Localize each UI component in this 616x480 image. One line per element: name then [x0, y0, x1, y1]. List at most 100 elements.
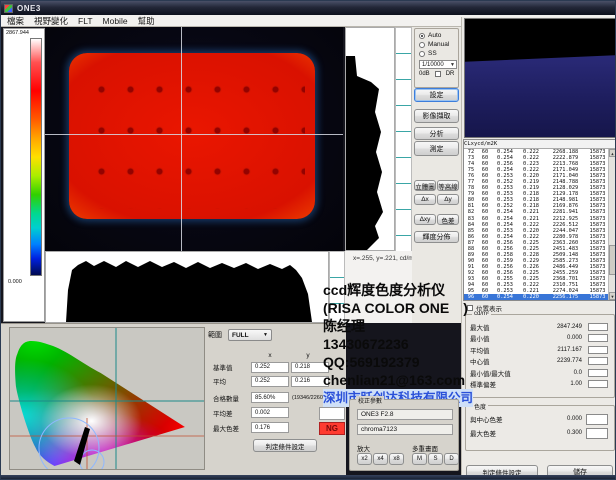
- right-panel: CLxycd/m2K 72 60 0.254 0.222 2268.188 15…: [461, 17, 616, 475]
- contour-button[interactable]: 等高線: [437, 180, 459, 191]
- stat-input[interactable]: [588, 357, 608, 365]
- window-bottom-frame: [1, 475, 616, 480]
- thermal-panel-image: [69, 53, 315, 219]
- zoom-button[interactable]: x2: [357, 453, 372, 465]
- window-title: ONE3: [17, 4, 41, 13]
- color-diff-button[interactable]: 色差: [437, 214, 459, 225]
- capture-mode-radio[interactable]: Auto: [419, 31, 458, 40]
- table-body[interactable]: 72 60 0.254 0.222 2268.188 15873 73 60 0…: [464, 149, 608, 300]
- zoom-button[interactable]: x8: [389, 453, 404, 465]
- table-column-header: cd/m2: [477, 140, 494, 148]
- stat-input[interactable]: [588, 334, 608, 342]
- chevron-down-icon: ▼: [263, 332, 268, 338]
- stat-row: 與中心色差 0.000: [470, 412, 610, 426]
- zoom-button[interactable]: x4: [373, 453, 388, 465]
- control-column: Auto Manual SS 1/10000 ▼ 0dB DR 設定 影像擷取 …: [412, 27, 461, 323]
- menu-item[interactable]: Mobile: [103, 16, 128, 26]
- vertical-profile-curve: [346, 28, 394, 250]
- capture-button[interactable]: 影像擷取: [414, 109, 459, 123]
- range-select[interactable]: FULL ▼: [228, 329, 272, 341]
- dr-checkbox[interactable]: [435, 71, 441, 77]
- calibration-group: 校正參數 ONE3 F2.8 chroma7123 放大 多重畫面 x2x4x8…: [349, 399, 459, 471]
- scroll-up-icon[interactable]: ▲: [609, 149, 616, 157]
- radio-label: SS: [428, 50, 437, 57]
- settings-button[interactable]: 設定: [414, 88, 459, 102]
- table-header: CLxycd/m2K: [464, 140, 616, 149]
- calibration-field-1[interactable]: ONE3 F2.8: [357, 409, 453, 420]
- stat-input[interactable]: [588, 323, 608, 331]
- title-bar[interactable]: ONE3: [1, 1, 616, 15]
- capture-mode-radio[interactable]: Manual: [419, 40, 458, 49]
- analyze-button[interactable]: 分析: [414, 127, 459, 140]
- pass-value-field[interactable]: 85.60%: [251, 392, 289, 403]
- avg-diff-row: 平均差 0.002: [213, 407, 289, 418]
- delta-y-button[interactable]: Δy: [437, 194, 459, 205]
- measure-button[interactable]: 測定: [414, 141, 459, 156]
- stat-input[interactable]: [586, 428, 608, 439]
- color-scale-panel: 2867.944 0.000: [3, 28, 45, 322]
- range-value: FULL: [232, 332, 249, 339]
- contact-line: 陈经理: [323, 317, 473, 335]
- table-row[interactable]: 96 60 0.254 0.220 2256.175 15873: [464, 294, 608, 300]
- chroma-group: 色度 與中心色差 0.000 最大色差 0.300: [465, 405, 615, 451]
- view3d-button[interactable]: 立體圖: [414, 180, 436, 191]
- result-input[interactable]: [319, 407, 345, 420]
- menu-item[interactable]: 視野變化: [34, 15, 68, 27]
- range-label: 範圍: [208, 330, 222, 340]
- table-column-header: K: [494, 140, 497, 148]
- contact-line: (RISA COLOR ONE ): [323, 299, 473, 317]
- color-scale-gradient: [30, 38, 42, 276]
- shutter-select[interactable]: 1/10000 ▼: [419, 60, 457, 69]
- camera-preview[interactable]: [464, 18, 616, 138]
- crosshair-horizontal[interactable]: [45, 134, 343, 135]
- max-diff-field[interactable]: 0.176: [251, 422, 289, 433]
- stat-input[interactable]: [588, 380, 608, 388]
- stat-row: 最大色差 0.300: [470, 426, 610, 440]
- luminance-map-view[interactable]: [45, 27, 343, 251]
- radio-icon: [419, 33, 425, 39]
- calibration-group-label: 校正參數: [356, 396, 384, 405]
- menu-item[interactable]: 檔案: [7, 15, 24, 27]
- capture-mode-radios: Auto Manual SS: [419, 31, 458, 58]
- measurement-table[interactable]: CLxycd/m2K 72 60 0.254 0.222 2268.188 15…: [463, 139, 616, 301]
- delta-xy-button[interactable]: Δxy: [414, 214, 436, 225]
- stat-row: 中心值 2239.774: [470, 356, 610, 368]
- multi-screen-buttons: MSD: [412, 453, 460, 465]
- multi-screen-button[interactable]: M: [412, 453, 427, 465]
- cdm2-group-label: cd/m²: [472, 311, 491, 317]
- judge-condition-button[interactable]: 判定條件設定: [253, 439, 317, 452]
- horizontal-profile-plot: [45, 251, 329, 323]
- contact-line: ccd辉度色度分析仪: [323, 281, 473, 299]
- scroll-down-icon[interactable]: ▼: [609, 292, 616, 300]
- xy-column-headers: x y: [251, 352, 331, 359]
- radio-label: Auto: [428, 32, 441, 39]
- cdm2-stat-rows: 最大值 2847.249 最小值 0.000 平均值 2117.167 中心值 …: [470, 321, 610, 390]
- scroll-thumb[interactable]: [609, 245, 616, 275]
- x-value-field[interactable]: 0.252: [251, 376, 289, 387]
- chevron-down-icon: ▼: [450, 62, 455, 68]
- luminance-dist-button[interactable]: 輝度分佈: [414, 231, 459, 243]
- table-scrollbar[interactable]: ▲ ▼: [608, 149, 616, 300]
- menu-item[interactable]: FLT: [78, 16, 92, 26]
- menu-item[interactable]: 幫助: [138, 15, 155, 27]
- camera-preview-panel-image: [464, 55, 616, 138]
- chroma-group-label: 色度: [472, 402, 488, 411]
- calibration-field-2[interactable]: chroma7123: [357, 424, 453, 435]
- stat-row: 最大值 2847.249: [470, 321, 610, 333]
- stat-input[interactable]: [588, 369, 608, 377]
- multi-screen-button[interactable]: S: [428, 453, 443, 465]
- cie-chromaticity-diagram[interactable]: [9, 327, 205, 470]
- stat-input[interactable]: [586, 414, 608, 425]
- chroma-stat-rows: 與中心色差 0.000 最大色差 0.300: [470, 412, 610, 440]
- capture-mode-radio[interactable]: SS: [419, 49, 458, 58]
- avg-diff-field[interactable]: 0.002: [251, 407, 289, 418]
- stat-input[interactable]: [588, 346, 608, 354]
- capture-mode-group: Auto Manual SS 1/10000 ▼ 0dB DR: [414, 28, 459, 88]
- multi-screen-button[interactable]: D: [444, 453, 459, 465]
- zoom-label: 放大: [357, 443, 370, 453]
- delta-x-button[interactable]: Δx: [414, 194, 436, 205]
- horizontal-profile-curve: [46, 252, 328, 322]
- x-value-field[interactable]: 0.252: [251, 362, 289, 373]
- stat-row: 最小值 0.000: [470, 333, 610, 345]
- crosshair-vertical[interactable]: [181, 27, 182, 251]
